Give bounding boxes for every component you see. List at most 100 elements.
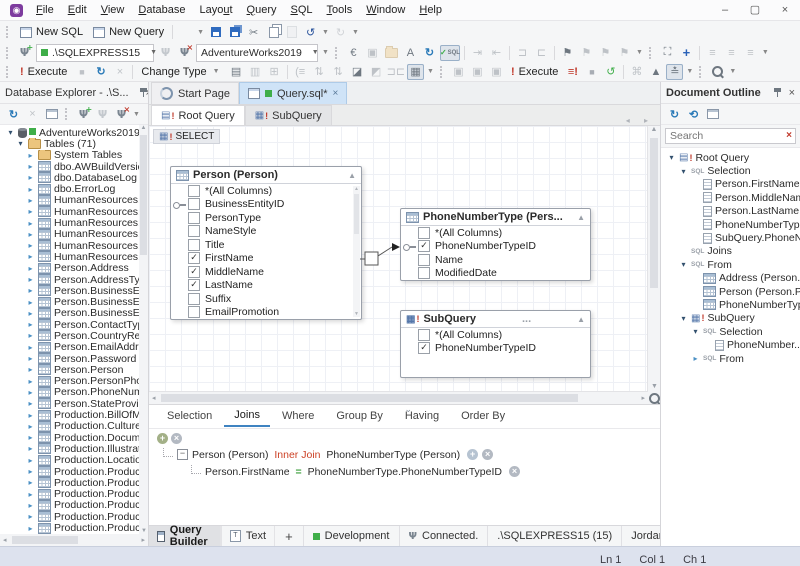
bookmark-icon[interactable]: ⚑ bbox=[559, 45, 576, 61]
table-header[interactable]: ▦SubQuery...▲ bbox=[401, 311, 590, 328]
field-checkbox[interactable] bbox=[188, 198, 200, 210]
explorer-tree-item[interactable]: ▸Production.Illustratio bbox=[0, 443, 148, 454]
outline-tree-item[interactable]: ▾SQLSelection bbox=[661, 164, 800, 177]
toolbar-grip[interactable] bbox=[440, 66, 445, 78]
expand-icon[interactable]: ▸ bbox=[26, 320, 35, 329]
collapse-icon[interactable]: ▾ bbox=[679, 314, 688, 323]
connection-combobox[interactable]: .\SQLEXPRESS15 ▼ bbox=[36, 44, 154, 62]
explorer-tree-item[interactable]: ▸Production.ProductCo bbox=[0, 489, 148, 500]
sort-desc-icon[interactable]: ⇅ bbox=[330, 64, 347, 80]
outline-tree-item[interactable]: Address (Person.Add... bbox=[661, 272, 800, 285]
expand-icon[interactable]: ▸ bbox=[691, 354, 700, 363]
explorer-tree-item[interactable]: ▸HumanResources.Em bbox=[0, 229, 148, 240]
menu-query[interactable]: Query bbox=[240, 4, 284, 16]
outline-tree-item[interactable]: ▸SQLFrom bbox=[661, 352, 800, 365]
disconnect-icon[interactable]: Ψ× bbox=[113, 106, 130, 122]
field-row[interactable]: EmailPromotion bbox=[171, 306, 361, 320]
explorer-tree-item[interactable]: ▸Production.ProductIn bbox=[0, 522, 148, 533]
diagram-horizontal-scrollbar[interactable]: ◂▸ bbox=[149, 391, 648, 404]
outline-tree-item[interactable]: Person (Person.Pers... bbox=[661, 285, 800, 298]
close-tab-icon[interactable]: × bbox=[333, 88, 339, 99]
field-row[interactable]: ✓FirstName bbox=[171, 252, 361, 266]
field-row[interactable]: *(All Columns) bbox=[401, 226, 590, 240]
expand-icon[interactable]: ▸ bbox=[26, 512, 35, 521]
expand-icon[interactable]: ▸ bbox=[26, 298, 35, 307]
collapse-table-icon[interactable]: ▲ bbox=[577, 315, 585, 324]
chevron-down-icon[interactable]: ▼ bbox=[352, 29, 359, 36]
collapse-icon[interactable]: ▾ bbox=[691, 327, 700, 336]
expand-icon[interactable]: ▸ bbox=[26, 275, 35, 284]
tab-start-page[interactable]: Start Page bbox=[151, 82, 239, 104]
explorer-tree-item[interactable]: ▸Person.BusinessEntit bbox=[0, 308, 148, 319]
field-checkbox[interactable] bbox=[418, 329, 430, 341]
undo-icon[interactable]: ↺ bbox=[302, 24, 319, 40]
status-segment-connected-[interactable]: ΨConnected. bbox=[399, 526, 488, 546]
field-row[interactable]: Suffix bbox=[171, 292, 361, 306]
expand-icon[interactable]: ▸ bbox=[26, 501, 35, 510]
outline-tree-item[interactable]: ▾▤Root Query bbox=[661, 151, 800, 164]
toolbar-grip[interactable] bbox=[699, 66, 704, 78]
redo-icon[interactable]: ↻ bbox=[332, 24, 349, 40]
explorer-tree-item[interactable]: ▸Production.ProductCa bbox=[0, 477, 148, 488]
remove-condition-icon[interactable]: × bbox=[482, 449, 493, 460]
field-checkbox[interactable] bbox=[188, 225, 200, 237]
menu-help[interactable]: Help bbox=[412, 4, 449, 16]
retrieve-data-icon[interactable]: ▥ bbox=[247, 64, 264, 80]
change-type-button[interactable]: Change Type ▼ bbox=[136, 66, 226, 78]
collapse-pane-icon[interactable]: ⌄ bbox=[405, 404, 413, 415]
explorer-tree-item[interactable]: ▸Person.Person bbox=[0, 364, 148, 375]
stop-icon[interactable]: ■ bbox=[73, 64, 90, 80]
sql-check-icon[interactable]: SQL bbox=[440, 45, 460, 61]
expand-icon[interactable]: ▸ bbox=[26, 444, 35, 453]
chevron-down-icon[interactable]: ▼ bbox=[322, 29, 329, 36]
edit-data-icon[interactable]: ⊞ bbox=[266, 64, 283, 80]
expand-icon[interactable]: ▸ bbox=[26, 433, 35, 442]
criteria-tab-joins[interactable]: Joins bbox=[224, 406, 270, 427]
expand-icon[interactable]: ▸ bbox=[26, 365, 35, 374]
snapshot-icon[interactable]: ⌘ bbox=[628, 64, 645, 80]
bookmark-prev-icon[interactable]: ⚑ bbox=[578, 45, 595, 61]
align-left-icon[interactable]: ≡ bbox=[704, 45, 721, 61]
explorer-tree-item[interactable]: ▸HumanResources.Em bbox=[0, 217, 148, 228]
diagram-table-person[interactable]: Person (Person)▲*(All Columns)BusinessEn… bbox=[170, 166, 362, 320]
attach-icon[interactable]: ⊐⊏ bbox=[387, 64, 405, 80]
field-checkbox[interactable]: ✓ bbox=[188, 279, 200, 291]
explorer-tree-item[interactable]: ▸Production.Product bbox=[0, 466, 148, 477]
save-icon[interactable] bbox=[207, 24, 224, 40]
select-node[interactable]: ▦ SELECT bbox=[153, 129, 220, 144]
connect-icon[interactable]: Ψ bbox=[94, 106, 111, 122]
menu-tools[interactable]: Tools bbox=[320, 4, 360, 16]
tab-query-sql-[interactable]: Query.sql*× bbox=[239, 82, 347, 104]
db-restore-icon[interactable]: ▣ bbox=[488, 64, 505, 80]
db-backup-icon[interactable]: ▣ bbox=[469, 64, 486, 80]
explorer-tree-item[interactable]: ▸Person.BusinessEntit bbox=[0, 296, 148, 307]
expand-icon[interactable]: ▸ bbox=[26, 309, 35, 318]
new-query-button[interactable]: New Query bbox=[88, 26, 169, 38]
explorer-tree-item[interactable]: ▸Person.CountryRegio bbox=[0, 330, 148, 341]
expand-icon[interactable]: ▸ bbox=[26, 286, 35, 295]
toolbar-grip[interactable] bbox=[6, 66, 11, 78]
collapse-table-icon[interactable]: ▲ bbox=[348, 171, 356, 180]
collapse-icon[interactable]: ▾ bbox=[679, 167, 688, 176]
expand-icon[interactable]: ▸ bbox=[26, 173, 35, 182]
diagram-vertical-scrollbar[interactable]: ▲▼ bbox=[647, 126, 660, 392]
group-icon[interactable]: (≡ bbox=[292, 64, 309, 80]
explorer-tree-item[interactable]: ▾Tables (71) bbox=[0, 138, 148, 149]
new-sql-button[interactable]: New SQL bbox=[15, 26, 88, 38]
field-checkbox[interactable] bbox=[188, 293, 200, 305]
expand-icon[interactable]: ▸ bbox=[26, 230, 35, 239]
explorer-tree-item[interactable]: ▸dbo.ErrorLog bbox=[0, 183, 148, 194]
outline-tree-item[interactable]: Person.FirstName bbox=[661, 178, 800, 191]
add-view-button[interactable]: + bbox=[275, 529, 303, 544]
criteria-tab-order-by[interactable]: Order By bbox=[451, 407, 515, 426]
collapse-icon[interactable]: ▾ bbox=[679, 260, 688, 269]
data-compare-icon[interactable]: ▣ bbox=[364, 45, 381, 61]
expand-icon[interactable]: ▸ bbox=[26, 241, 35, 250]
explorer-tree-item[interactable]: ▸dbo.DatabaseLog bbox=[0, 172, 148, 183]
toolbar-grip[interactable] bbox=[335, 47, 340, 59]
explorer-tree-item[interactable]: ▸Person.BusinessEntit bbox=[0, 285, 148, 296]
join-expression[interactable]: Person (Person) Inner Join PhoneNumberTy… bbox=[192, 449, 463, 461]
expand-icon[interactable]: ▸ bbox=[26, 478, 35, 487]
field-row[interactable]: ✓MiddleName bbox=[171, 265, 361, 279]
field-row[interactable]: ModifiedDate bbox=[401, 267, 590, 281]
